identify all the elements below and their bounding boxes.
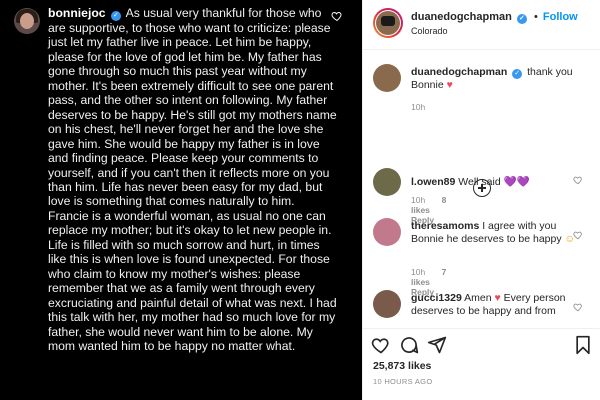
comment-username[interactable]: duanedogchapman [411, 66, 507, 78]
author-username[interactable]: duanedogchapman [411, 11, 512, 23]
like-count[interactable]: 25,873 likes [373, 360, 431, 372]
verified-badge-icon: ✓ [512, 69, 523, 79]
share-icon[interactable] [427, 335, 447, 355]
commenter-avatar[interactable] [373, 290, 401, 318]
action-bar [363, 328, 600, 358]
verified-badge-icon: ✓ [110, 11, 121, 21]
comment-time: 10h [411, 102, 426, 112]
heart-icon[interactable] [371, 335, 391, 355]
comment-username[interactable]: theresamoms [411, 220, 479, 232]
comment-text: gucci1329 Amen ♥ Every person deserves t… [411, 292, 581, 318]
comment-icon[interactable] [399, 335, 419, 355]
commenter-avatar[interactable] [373, 168, 401, 196]
post-image-username: bonniejoc [48, 6, 106, 20]
heart-icon[interactable] [573, 230, 583, 240]
post-image-text: bonniejoc ✓ As usual very thankful for t… [48, 6, 338, 353]
purple-heart-emoji-icon: 💜💜 [503, 176, 530, 188]
comment-time: 10h [411, 267, 426, 277]
post-image-body: As usual very thankful for those who are… [48, 6, 337, 353]
verified-badge-icon: ✓ [516, 14, 527, 24]
comments-list: duanedogchapman ✓ thank you Bonnie ♥ 10h… [363, 50, 600, 328]
post-image: bonniejoc ✓ As usual very thankful for t… [0, 0, 362, 400]
follow-button[interactable]: Follow [543, 11, 578, 23]
separator-dot: • [533, 11, 538, 23]
author-avatar[interactable] [373, 8, 403, 38]
comment-username[interactable]: l.owen89 [411, 176, 455, 188]
heart-icon[interactable] [573, 302, 583, 312]
bonnie-avatar [14, 8, 40, 34]
bookmark-icon[interactable] [573, 335, 593, 355]
red-heart-emoji-icon: ♥ [494, 292, 501, 304]
post-header: duanedogchapman ✓ • Follow Colorado [363, 0, 600, 50]
comment-time: 10h [411, 195, 426, 205]
commenter-avatar[interactable] [373, 64, 401, 92]
comment-text: duanedogchapman ✓ thank you Bonnie ♥ [411, 66, 581, 92]
comment-body: Amen [464, 292, 492, 304]
comment-body: Well said [458, 176, 501, 188]
heart-icon[interactable] [573, 175, 583, 185]
comment-text: l.owen89 Well said 💜💜 [411, 176, 581, 189]
heart-outline-icon [331, 11, 342, 22]
comment-text: theresamoms I agree with you Bonnie he d… [411, 220, 581, 246]
post-sidebar: duanedogchapman ✓ • Follow Colorado duan… [362, 0, 600, 400]
comment-username[interactable]: gucci1329 [411, 292, 462, 304]
post-timestamp: 10 HOURS AGO [373, 377, 433, 386]
post-location[interactable]: Colorado [411, 26, 448, 36]
comment-meta: 10h [411, 102, 439, 112]
commenter-avatar[interactable] [373, 218, 401, 246]
red-heart-emoji-icon: ♥ [446, 79, 453, 91]
